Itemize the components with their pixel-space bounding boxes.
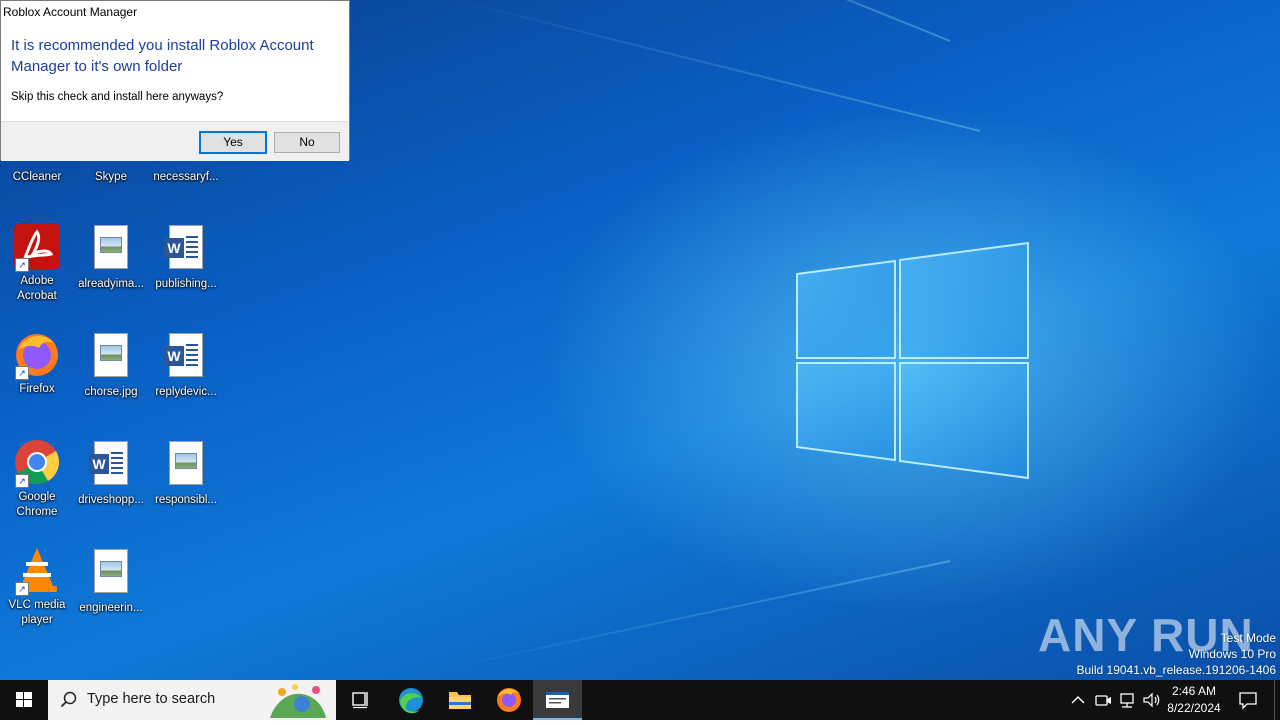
dialog-title: Roblox Account Manager: [3, 5, 138, 19]
task-view-button[interactable]: [336, 680, 385, 720]
clock-date: 8/22/2024: [1167, 701, 1221, 715]
application-window-icon: [546, 692, 569, 708]
desktop-icon-label: engineerin...: [79, 602, 143, 614]
shortcut-arrow-icon: ↗: [15, 366, 29, 380]
desktop-icon-label: Adobe Acrobat: [17, 275, 57, 302]
desktop-icon-engineerin[interactable]: engineerin...: [74, 546, 148, 616]
desktop-icon-label: necessaryf...: [153, 171, 219, 183]
taskbar: Type here to search 2:46 AM 8/22/2024: [0, 680, 1280, 720]
start-button[interactable]: [0, 680, 48, 720]
desktop-icon-label: driveshopp...: [78, 494, 144, 506]
shortcut-arrow-icon: ↗: [15, 474, 29, 488]
word-document-icon: W: [162, 333, 210, 381]
vlc-icon: ↗: [13, 546, 61, 596]
word-document-icon: W: [162, 225, 210, 273]
chrome-icon: ↗: [13, 438, 61, 488]
desktop-icon-google-chrome[interactable]: ↗ Google Chrome: [0, 438, 74, 520]
desktop-icon-label: Firefox: [19, 383, 55, 395]
desktop-icon-label: CCleaner: [12, 171, 62, 183]
no-button[interactable]: No: [274, 132, 340, 153]
task-view-icon: [352, 692, 368, 709]
taskbar-roblox-account-manager-button[interactable]: [533, 680, 582, 720]
dialog-button-bar: Yes No: [1, 121, 349, 161]
taskbar-file-explorer-button[interactable]: [435, 680, 484, 720]
firefox-icon: [497, 688, 521, 712]
search-highlight-icon: [270, 684, 326, 718]
action-center-button[interactable]: [1238, 690, 1258, 713]
dialog-question: Skip this check and install here anyways…: [11, 91, 224, 103]
desktop-icon-label: replydevic...: [155, 386, 217, 398]
desktop-icon-label: VLC media player: [8, 599, 66, 626]
desktop-icon-vlc[interactable]: ↗ VLC media player: [0, 546, 74, 628]
network-icon: [1120, 693, 1134, 708]
dialog-message: It is recommended you install Roblox Acc…: [11, 37, 314, 75]
edge-icon: [399, 688, 423, 714]
desktop-icon-alreadyima[interactable]: alreadyima...: [74, 222, 148, 292]
desktop-icon-chorse[interactable]: chorse.jpg: [74, 330, 148, 400]
desktop-icon-label: responsibl...: [154, 494, 217, 506]
shortcut-arrow-icon: ↗: [15, 258, 29, 272]
watermark-line: Test Mode: [1220, 631, 1276, 645]
firefox-icon: ↗: [13, 330, 61, 380]
yes-button[interactable]: Yes: [199, 131, 267, 154]
taskbar-search-box[interactable]: Type here to search: [48, 680, 336, 720]
notification-icon: [1239, 692, 1257, 710]
search-icon: [60, 691, 77, 708]
desktop-icon-label: publishing...: [155, 278, 217, 290]
desktop-icon-adobe-acrobat[interactable]: ↗ Adobe Acrobat: [0, 222, 74, 304]
camera-icon: [1095, 695, 1111, 706]
file-explorer-icon: [449, 692, 471, 709]
word-document-icon: W: [87, 441, 135, 489]
tray-volume-button[interactable]: [1142, 690, 1162, 713]
desktop-icon-replydevic[interactable]: W replydevic...: [149, 330, 223, 400]
clock-time: 2:46 AM: [1171, 684, 1217, 698]
desktop-icon-label: alreadyima...: [78, 278, 144, 290]
light-beam: [441, 560, 951, 671]
desktop-icon-label: Skype: [95, 171, 127, 183]
adobe-acrobat-icon: ↗: [13, 222, 61, 272]
tray-network-button[interactable]: [1118, 690, 1136, 713]
taskbar-firefox-button[interactable]: [484, 680, 533, 720]
image-file-icon: [87, 333, 135, 381]
taskbar-clock[interactable]: 2:46 AM 8/22/2024: [1166, 683, 1222, 717]
taskbar-edge-button[interactable]: [386, 680, 435, 720]
desktop-icon-responsibl[interactable]: responsibl...: [149, 438, 223, 508]
desktop-icon-label: chorse.jpg: [84, 386, 138, 398]
chevron-up-icon: [1071, 696, 1085, 704]
image-file-icon: [162, 441, 210, 489]
roblox-account-manager-dialog: Roblox Account Manager It is recommended…: [0, 0, 350, 161]
image-file-icon: [87, 549, 135, 597]
volume-icon: [1143, 692, 1160, 708]
watermark-line: Build 19041.vb_release.191206-1406: [1076, 663, 1277, 677]
desktop-icon-driveshopp[interactable]: W driveshopp...: [74, 438, 148, 508]
show-desktop-button[interactable]: [1274, 680, 1280, 720]
desktop-icon-firefox[interactable]: ↗ Firefox: [0, 330, 74, 397]
search-placeholder: Type here to search: [87, 691, 216, 707]
desktop-icon-publishing[interactable]: W publishing...: [149, 222, 223, 292]
watermark-line: Windows 10 Pro: [1188, 647, 1276, 661]
windows-logo: [796, 241, 1029, 480]
show-hidden-icons-button[interactable]: [1070, 690, 1086, 713]
test-mode-watermark: Test Mode Windows 10 Pro Build 19041.vb_…: [1077, 630, 1277, 678]
windows-start-icon: [16, 692, 32, 707]
image-file-icon: [87, 225, 135, 273]
tray-meet-button[interactable]: [1094, 690, 1112, 713]
shortcut-arrow-icon: ↗: [15, 582, 29, 596]
desktop-icon-label: Google Chrome: [16, 491, 58, 518]
